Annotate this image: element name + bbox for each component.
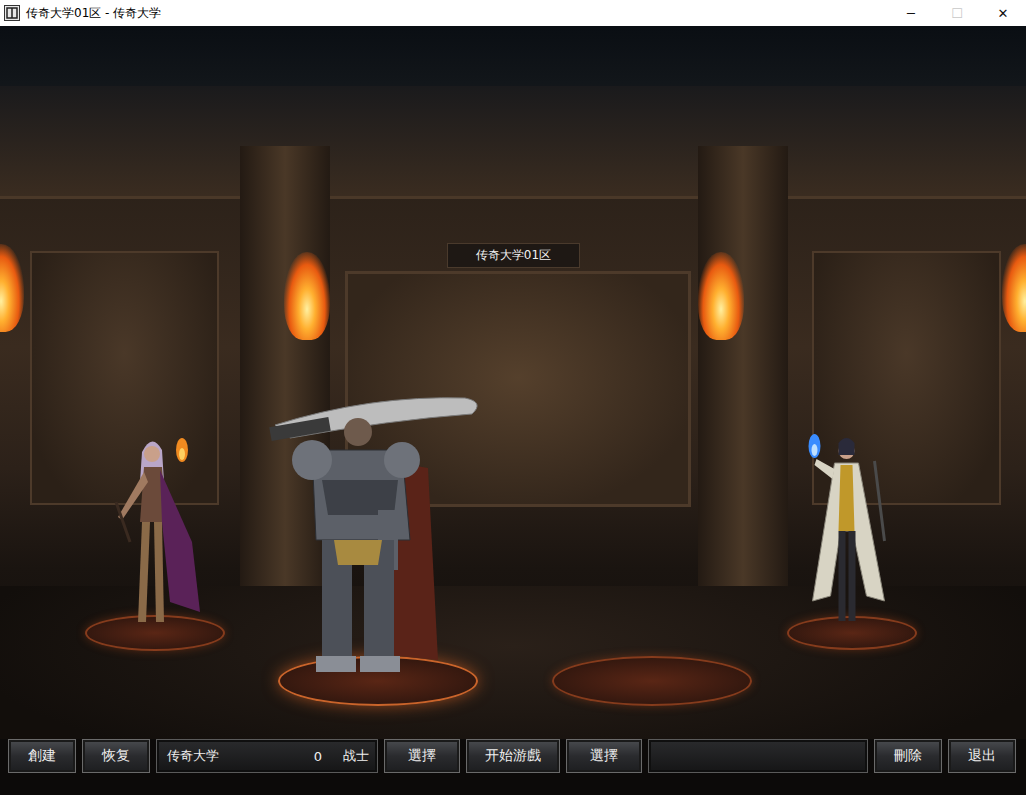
- toolbar-button[interactable]: 選擇: [384, 739, 460, 773]
- floor: [0, 586, 1026, 739]
- window-controls: ─☐✕: [888, 0, 1026, 26]
- left-pillar: [240, 146, 330, 616]
- character-slot[interactable]: [85, 421, 225, 651]
- window-title: 传奇大学01区 - 传奇大学: [26, 5, 161, 22]
- sorceress-figure-icon[interactable]: [100, 422, 210, 637]
- character-info-field: 传奇大学0战士: [156, 739, 378, 773]
- title-bar: 传奇大学01区 - 传奇大学 ─☐✕: [0, 0, 1026, 26]
- close-button[interactable]: ✕: [980, 0, 1026, 26]
- torch-fire-icon: [1002, 244, 1026, 332]
- pedestal[interactable]: [85, 615, 225, 651]
- warrior-figure-icon[interactable]: [250, 390, 490, 690]
- minimize-button[interactable]: ─: [888, 0, 934, 26]
- vault-ceiling: [0, 86, 1026, 199]
- character-slot[interactable]: [278, 396, 478, 706]
- bottom-margin: [0, 773, 1026, 795]
- torch-fire-icon: [698, 252, 744, 340]
- toolbar-button[interactable]: 刪除: [874, 739, 942, 773]
- toolbar-button[interactable]: 創建: [8, 739, 76, 773]
- game-window: 传奇大学01区 - 传奇大学─☐✕传奇大学01区創建恢复传奇大学0战士選擇开始游…: [0, 0, 1026, 795]
- empty-field: [648, 739, 868, 773]
- character-select-screen: 传奇大学01区創建恢复传奇大学0战士選擇开始游戲選擇刪除退出: [0, 26, 1026, 795]
- character-slot[interactable]: [552, 626, 752, 706]
- torch-fire-icon: [0, 244, 24, 332]
- maximize-button[interactable]: ☐: [934, 0, 980, 26]
- character-name: 传奇大学: [157, 747, 301, 765]
- character-level: 0: [301, 749, 335, 764]
- toolbar-button[interactable]: 恢复: [82, 739, 150, 773]
- toolbar-button[interactable]: 退出: [948, 739, 1016, 773]
- server-name-plate: 传奇大学01区: [447, 243, 580, 268]
- toolbar-button[interactable]: 开始游戲: [466, 739, 560, 773]
- bottom-toolbar: 創建恢复传奇大学0战士選擇开始游戲選擇刪除退出: [8, 739, 1016, 773]
- right-pillar: [698, 146, 788, 616]
- mage-figure-icon[interactable]: [795, 421, 910, 636]
- character-class: 战士: [335, 747, 377, 765]
- character-stage: 传奇大学01区: [0, 26, 1026, 739]
- left-alcove: [30, 251, 219, 505]
- pedestal[interactable]: [552, 656, 752, 706]
- toolbar-button[interactable]: 選擇: [566, 739, 642, 773]
- torch-fire-icon: [284, 252, 330, 340]
- dragon-logo-icon: [4, 5, 20, 21]
- character-slot[interactable]: [787, 426, 917, 650]
- pedestal[interactable]: [787, 616, 917, 650]
